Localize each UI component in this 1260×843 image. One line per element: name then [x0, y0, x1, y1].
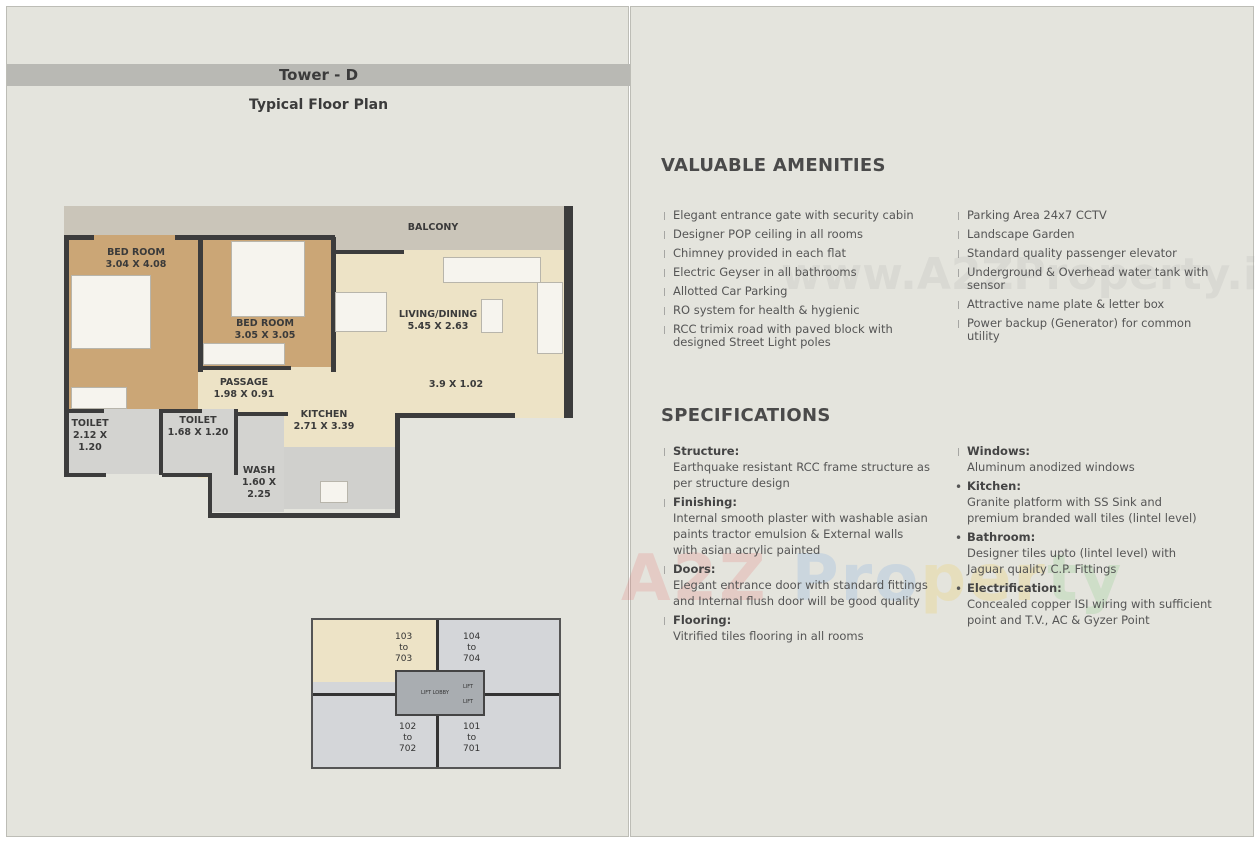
- unit-103-label: 103 to 703: [395, 632, 413, 664]
- foyer-label: 3.9 X 1.02: [428, 379, 484, 390]
- sofa: [443, 257, 541, 283]
- spec-text: Aluminum anodized windows: [967, 460, 1135, 474]
- specifications-list-right: Windows: Aluminum anodized windows Kitchen…: [955, 443, 1215, 631]
- amenity-item: Allotted Car Parking: [661, 285, 931, 299]
- amenity-item: Power backup (Generator) for common util…: [955, 317, 1215, 343]
- floor-plan: BALCONY BED ROOM 3.04 X 4.08 BED ROOM 3.05…: [7, 7, 630, 527]
- passage-label: PASSAGE 1.98 X 0.91: [213, 377, 275, 400]
- wash-label: WASH 1.60 X 2.25: [241, 465, 277, 500]
- amenity-item: Chimney provided in each flat: [661, 247, 931, 261]
- dining-table: [335, 292, 387, 332]
- toilet-2-label: TOILET 1.68 X 1.20: [167, 415, 229, 438]
- kitchen-label: KITCHEN 2.71 X 3.39: [293, 409, 355, 432]
- spec-title: Doors:: [673, 562, 716, 576]
- unit-102-label: 102 to 702: [399, 722, 417, 754]
- amenity-item: RO system for health & hygienic: [661, 304, 931, 318]
- amenity-item: Attractive name plate & letter box: [955, 298, 1215, 312]
- spec-title: Flooring:: [673, 613, 732, 627]
- amenity-item: Parking Area 24x7 CCTV: [955, 209, 1215, 223]
- spec-title: Bathroom:: [967, 530, 1036, 544]
- amenity-item: Standard quality passenger elevator: [955, 247, 1215, 261]
- balcony-label: BALCONY: [407, 222, 459, 233]
- spec-item: Kitchen: Granite platform with SS Sink an…: [955, 478, 1215, 526]
- amenity-item: Elegant entrance gate with security cabi…: [661, 209, 931, 223]
- spec-title: Structure:: [673, 444, 740, 458]
- right-page: www.A2ZProperty.in A2Z Property VALUABLE…: [621, 6, 1260, 837]
- coffee-table: [481, 299, 503, 333]
- spec-text: Vitrified tiles flooring in all rooms: [673, 629, 864, 643]
- amenities-list-right: Parking Area 24x7 CCTV Landscape Garden St…: [955, 209, 1215, 349]
- sofa: [537, 282, 563, 354]
- living-label: LIVING/DINING 5.45 X 2.63: [398, 309, 478, 332]
- spec-item: Finishing: Internal smooth plaster with w…: [661, 494, 931, 558]
- spec-title: Kitchen:: [967, 479, 1021, 493]
- specifications-list-left: Structure: Earthquake resistant RCC frame…: [661, 443, 931, 647]
- unit-101-label: 101 to 701: [463, 722, 481, 754]
- spec-item: Structure: Earthquake resistant RCC frame…: [661, 443, 931, 491]
- left-page: Tower - D Typical Floor Plan BALCONY BED…: [6, 6, 630, 837]
- bedroom-2-label: BED ROOM 3.05 X 3.05: [234, 318, 296, 341]
- bed: [231, 241, 305, 317]
- spec-item: Flooring: Vitrified tiles flooring in all…: [661, 612, 931, 644]
- spec-item: Bathroom: Designer tiles upto (lintel lev…: [955, 529, 1215, 577]
- unit-104-label: 104 to 704: [463, 632, 481, 664]
- bed: [71, 275, 151, 349]
- lift-label: LIFT: [463, 699, 474, 705]
- wardrobe: [203, 343, 285, 365]
- spec-item: Electrification: Concealed copper ISI wir…: [955, 580, 1215, 628]
- spec-text: Granite platform with SS Sink and premiu…: [967, 495, 1197, 525]
- amenity-item: Designer POP ceiling in all rooms: [661, 228, 931, 242]
- stove: [320, 481, 348, 503]
- spec-text: Designer tiles upto (lintel level) with …: [967, 546, 1177, 576]
- spec-text: Concealed copper ISI wiring with suffici…: [967, 597, 1212, 627]
- spec-text: Elegant entrance door with standard fitt…: [673, 578, 928, 608]
- spec-title: Electrification:: [967, 581, 1062, 595]
- lift-label: LIFT: [463, 684, 474, 690]
- amenity-item: Electric Geyser in all bathrooms: [661, 266, 931, 280]
- bedroom-1-label: BED ROOM 3.04 X 4.08: [105, 247, 167, 270]
- toilet-1-label: TOILET 2.12 X 1.20: [71, 418, 109, 453]
- spec-item: Doors: Elegant entrance door with standar…: [661, 561, 931, 609]
- amenity-item: Landscape Garden: [955, 228, 1215, 242]
- amenity-item: RCC trimix road with paved block with de…: [661, 323, 931, 349]
- spec-text: Earthquake resistant RCC frame structure…: [673, 460, 930, 490]
- specifications-title: SPECIFICATIONS: [661, 405, 831, 426]
- key-plan: LIFT LOBBY LIFT LIFT 103 to 703 104 to 704 1…: [311, 618, 561, 769]
- spec-title: Windows:: [967, 444, 1031, 458]
- wardrobe: [71, 387, 127, 409]
- spec-text: Internal smooth plaster with washable as…: [673, 511, 928, 557]
- lift-lobby-label: LIFT LOBBY: [421, 690, 449, 696]
- amenity-item: Underground & Overhead water tank with s…: [955, 266, 1215, 292]
- amenities-title: VALUABLE AMENITIES: [661, 155, 886, 176]
- spec-item: Windows: Aluminum anodized windows: [955, 443, 1215, 475]
- spec-title: Finishing:: [673, 495, 737, 509]
- amenities-list-left: Elegant entrance gate with security cabi…: [661, 209, 931, 355]
